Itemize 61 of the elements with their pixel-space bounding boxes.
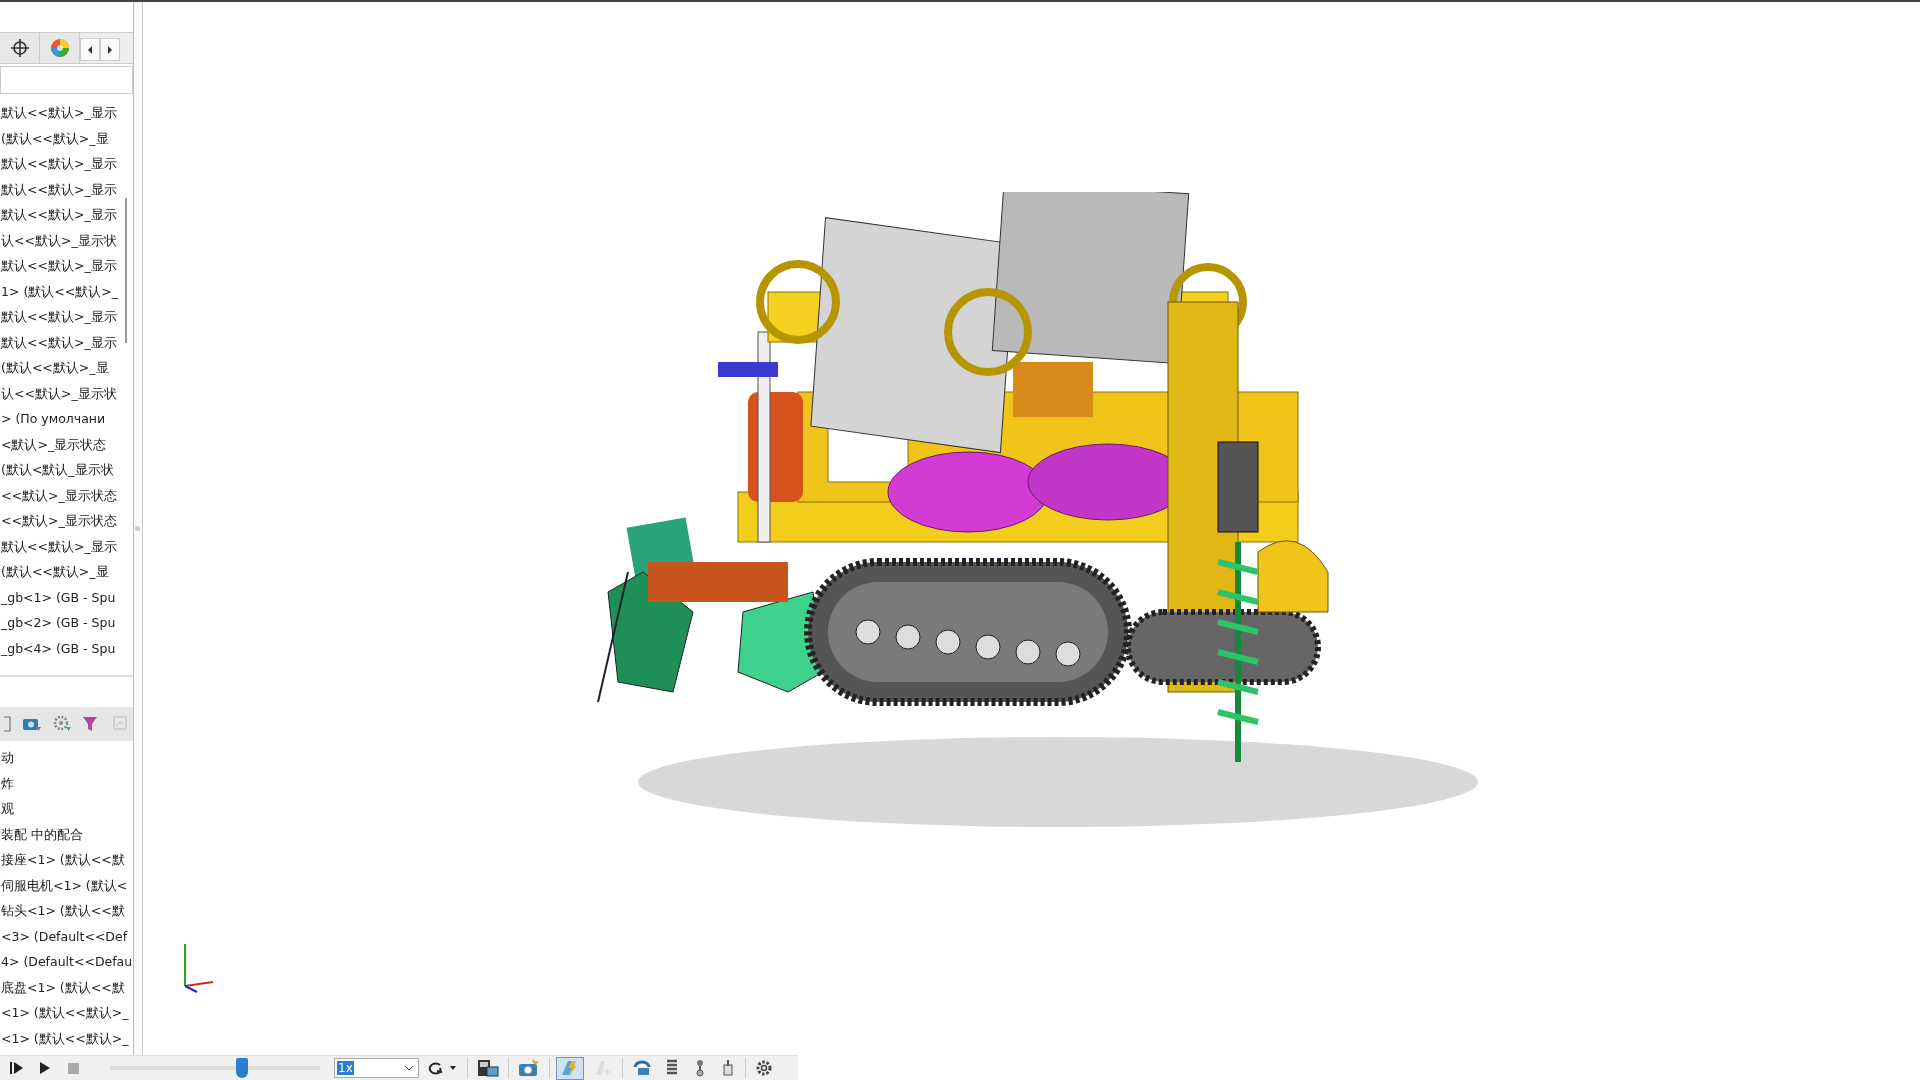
- tree-item[interactable]: 1> (默认<<默认>_: [0, 278, 133, 304]
- right-arrow-icon: [107, 45, 113, 54]
- tree-item[interactable]: (默认<<默认>_显: [0, 355, 133, 381]
- tree-item[interactable]: 伺服电机<1> (默认<: [0, 872, 133, 898]
- tree-item[interactable]: <3> (Default<<Def: [0, 923, 133, 949]
- step-play-icon: [10, 1062, 24, 1074]
- tree-item[interactable]: 底盘<1> (默认<<默: [0, 974, 133, 1000]
- tree-item[interactable]: 4> (Default<<Defaul: [0, 949, 133, 975]
- tree-item[interactable]: _gb<1> (GB - Spu: [0, 584, 133, 610]
- scrollbar[interactable]: [125, 198, 127, 343]
- damper-icon: [721, 1059, 735, 1077]
- scroll-left-button[interactable]: [80, 38, 100, 61]
- tree-item[interactable]: 装配 中的配合: [0, 821, 133, 847]
- chevron-down-icon: [404, 1065, 414, 1071]
- tree-item[interactable]: <<默认>_显示状态: [0, 508, 133, 534]
- tree-item[interactable]: 炸: [0, 770, 133, 796]
- weight-icon: [693, 1059, 707, 1077]
- tree-item[interactable]: 默认<<默认>_显示: [0, 176, 133, 202]
- scroll-right-button[interactable]: [100, 38, 120, 61]
- tree-item[interactable]: <默认>_显示状态: [0, 431, 133, 457]
- tree-item[interactable]: 默认<<默认>_显示: [0, 202, 133, 228]
- tree-item[interactable]: 动: [0, 745, 133, 771]
- left-arrow-icon: [87, 45, 93, 54]
- tree-item[interactable]: (默认<默认_显示状: [0, 457, 133, 483]
- tree-item[interactable]: <<默认>_显示状态: [0, 482, 133, 508]
- tree-item[interactable]: (默认<<默认>_显: [0, 559, 133, 585]
- tree-item[interactable]: _gb<4> (GB - Spu: [0, 635, 133, 661]
- tree-item[interactable]: 默认<<默认>_显示: [0, 151, 133, 177]
- color-wheel-icon: [49, 38, 70, 58]
- motor-button[interactable]: [556, 1056, 584, 1080]
- play-icon: [40, 1062, 50, 1074]
- crosshair-tab[interactable]: [0, 33, 40, 63]
- stop-icon: [67, 1062, 79, 1074]
- settings-icon: [755, 1059, 773, 1077]
- tree-item[interactable]: _gb<2> (GB - Spu: [0, 610, 133, 636]
- tree-item[interactable]: 默认<<默认>_显示: [0, 100, 133, 126]
- gear-icon: [52, 715, 72, 733]
- camera-icon: [518, 1059, 540, 1077]
- film-icon: [477, 1059, 499, 1077]
- spring-icon: [665, 1059, 679, 1077]
- speed-dropdown[interactable]: 1x: [334, 1058, 419, 1078]
- lightning-icon: [560, 1059, 580, 1077]
- tree-item[interactable]: 默认<<默认>_显示: [0, 329, 133, 355]
- panel-resize-handle[interactable]: [135, 526, 140, 531]
- tree-item[interactable]: 默认<<默认>_显示: [0, 253, 133, 279]
- tree-item[interactable]: 钻头<1> (默认<<默: [0, 898, 133, 924]
- tree-item[interactable]: <1> (默认<<默认>_: [0, 1025, 133, 1051]
- crosshair-icon: [10, 39, 29, 57]
- tree-item[interactable]: <1> (默认<<默认>_: [0, 1000, 133, 1026]
- tree-item[interactable]: 接座<1> (默认<<默: [0, 847, 133, 873]
- tree-item[interactable]: 观: [0, 796, 133, 822]
- tree-item[interactable]: > (По умолчани: [0, 406, 133, 432]
- tree-item[interactable]: 认<<默认>_显示状: [0, 227, 133, 253]
- slider-thumb[interactable]: [236, 1058, 249, 1078]
- tree-item[interactable]: 默认<<默认>_显示: [0, 304, 133, 330]
- tree-item[interactable]: 认<<默认>_显示状: [0, 380, 133, 406]
- tree-item[interactable]: (默认<<默认>_显: [0, 125, 133, 151]
- box-edge-icon: [4, 715, 12, 733]
- tree-item[interactable]: 默认<<默认>_显示: [0, 533, 133, 559]
- loop-icon: [428, 1060, 458, 1076]
- filter-field[interactable]: [0, 66, 133, 94]
